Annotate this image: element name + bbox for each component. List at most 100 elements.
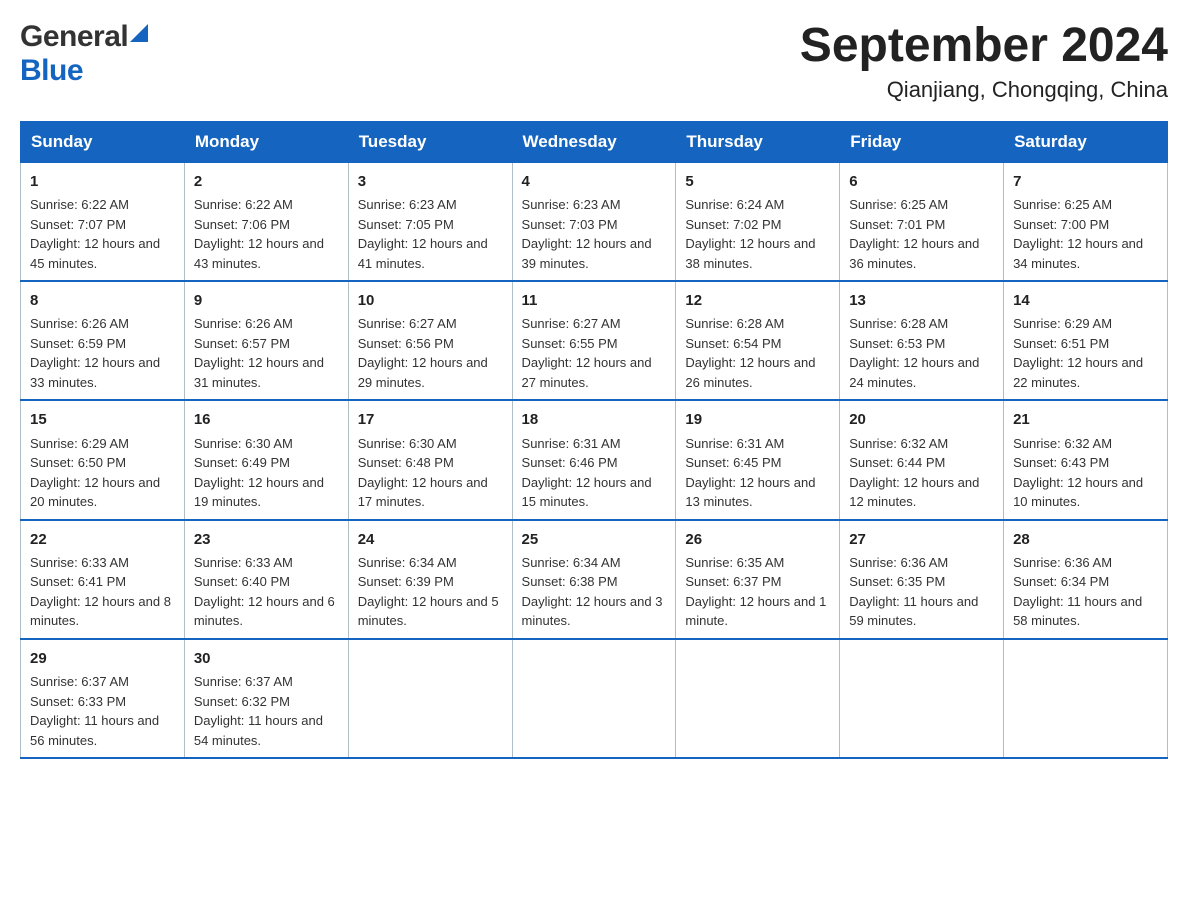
header-friday: Friday <box>840 121 1004 162</box>
day-info: Sunrise: 6:30 AM Sunset: 6:48 PM Dayligh… <box>358 434 503 512</box>
day-info: Sunrise: 6:37 AM Sunset: 6:33 PM Dayligh… <box>30 672 175 750</box>
header-sunday: Sunday <box>21 121 185 162</box>
calendar-day-18: 18 Sunrise: 6:31 AM Sunset: 6:46 PM Dayl… <box>512 400 676 519</box>
header-saturday: Saturday <box>1004 121 1168 162</box>
calendar-empty-cell <box>1004 639 1168 758</box>
header-wednesday: Wednesday <box>512 121 676 162</box>
day-number: 17 <box>358 408 503 431</box>
calendar-week-4: 22 Sunrise: 6:33 AM Sunset: 6:41 PM Dayl… <box>21 520 1168 639</box>
calendar-day-11: 11 Sunrise: 6:27 AM Sunset: 6:55 PM Dayl… <box>512 281 676 400</box>
day-info: Sunrise: 6:29 AM Sunset: 6:50 PM Dayligh… <box>30 434 175 512</box>
calendar-empty-cell <box>840 639 1004 758</box>
day-info: Sunrise: 6:23 AM Sunset: 7:05 PM Dayligh… <box>358 195 503 273</box>
calendar-day-28: 28 Sunrise: 6:36 AM Sunset: 6:34 PM Dayl… <box>1004 520 1168 639</box>
day-info: Sunrise: 6:24 AM Sunset: 7:02 PM Dayligh… <box>685 195 830 273</box>
day-info: Sunrise: 6:33 AM Sunset: 6:41 PM Dayligh… <box>30 553 175 631</box>
calendar-day-5: 5 Sunrise: 6:24 AM Sunset: 7:02 PM Dayli… <box>676 162 840 281</box>
day-info: Sunrise: 6:36 AM Sunset: 6:34 PM Dayligh… <box>1013 553 1158 631</box>
calendar-empty-cell <box>512 639 676 758</box>
day-number: 9 <box>194 289 339 312</box>
day-number: 19 <box>685 408 830 431</box>
day-info: Sunrise: 6:27 AM Sunset: 6:56 PM Dayligh… <box>358 314 503 392</box>
calendar-day-6: 6 Sunrise: 6:25 AM Sunset: 7:01 PM Dayli… <box>840 162 1004 281</box>
calendar-empty-cell <box>348 639 512 758</box>
calendar-day-12: 12 Sunrise: 6:28 AM Sunset: 6:54 PM Dayl… <box>676 281 840 400</box>
day-number: 30 <box>194 647 339 670</box>
calendar-day-27: 27 Sunrise: 6:36 AM Sunset: 6:35 PM Dayl… <box>840 520 1004 639</box>
calendar-title: September 2024 <box>800 20 1168 73</box>
day-number: 6 <box>849 170 994 193</box>
day-info: Sunrise: 6:34 AM Sunset: 6:38 PM Dayligh… <box>522 553 667 631</box>
day-number: 1 <box>30 170 175 193</box>
calendar-day-19: 19 Sunrise: 6:31 AM Sunset: 6:45 PM Dayl… <box>676 400 840 519</box>
calendar-header-row: Sunday Monday Tuesday Wednesday Thursday… <box>21 121 1168 162</box>
page-header: General Blue September 2024 Qianjiang, C… <box>20 20 1168 103</box>
logo-icon: General <box>20 20 148 54</box>
day-info: Sunrise: 6:35 AM Sunset: 6:37 PM Dayligh… <box>685 553 830 631</box>
day-info: Sunrise: 6:28 AM Sunset: 6:54 PM Dayligh… <box>685 314 830 392</box>
day-number: 15 <box>30 408 175 431</box>
day-info: Sunrise: 6:37 AM Sunset: 6:32 PM Dayligh… <box>194 672 339 750</box>
calendar-table: Sunday Monday Tuesday Wednesday Thursday… <box>20 121 1168 759</box>
day-number: 24 <box>358 528 503 551</box>
day-info: Sunrise: 6:31 AM Sunset: 6:46 PM Dayligh… <box>522 434 667 512</box>
calendar-week-5: 29 Sunrise: 6:37 AM Sunset: 6:33 PM Dayl… <box>21 639 1168 758</box>
calendar-day-22: 22 Sunrise: 6:33 AM Sunset: 6:41 PM Dayl… <box>21 520 185 639</box>
day-number: 22 <box>30 528 175 551</box>
day-info: Sunrise: 6:26 AM Sunset: 6:59 PM Dayligh… <box>30 314 175 392</box>
title-block: September 2024 Qianjiang, Chongqing, Chi… <box>800 20 1168 103</box>
day-number: 11 <box>522 289 667 312</box>
header-tuesday: Tuesday <box>348 121 512 162</box>
calendar-day-3: 3 Sunrise: 6:23 AM Sunset: 7:05 PM Dayli… <box>348 162 512 281</box>
logo: General Blue <box>20 20 148 88</box>
day-info: Sunrise: 6:25 AM Sunset: 7:01 PM Dayligh… <box>849 195 994 273</box>
day-info: Sunrise: 6:32 AM Sunset: 6:43 PM Dayligh… <box>1013 434 1158 512</box>
day-number: 7 <box>1013 170 1158 193</box>
day-number: 20 <box>849 408 994 431</box>
calendar-day-7: 7 Sunrise: 6:25 AM Sunset: 7:00 PM Dayli… <box>1004 162 1168 281</box>
day-number: 21 <box>1013 408 1158 431</box>
day-number: 18 <box>522 408 667 431</box>
day-number: 29 <box>30 647 175 670</box>
day-number: 28 <box>1013 528 1158 551</box>
calendar-day-2: 2 Sunrise: 6:22 AM Sunset: 7:06 PM Dayli… <box>184 162 348 281</box>
calendar-day-29: 29 Sunrise: 6:37 AM Sunset: 6:33 PM Dayl… <box>21 639 185 758</box>
calendar-day-30: 30 Sunrise: 6:37 AM Sunset: 6:32 PM Dayl… <box>184 639 348 758</box>
day-info: Sunrise: 6:36 AM Sunset: 6:35 PM Dayligh… <box>849 553 994 631</box>
day-info: Sunrise: 6:26 AM Sunset: 6:57 PM Dayligh… <box>194 314 339 392</box>
calendar-empty-cell <box>676 639 840 758</box>
header-monday: Monday <box>184 121 348 162</box>
calendar-week-2: 8 Sunrise: 6:26 AM Sunset: 6:59 PM Dayli… <box>21 281 1168 400</box>
day-info: Sunrise: 6:22 AM Sunset: 7:07 PM Dayligh… <box>30 195 175 273</box>
day-number: 3 <box>358 170 503 193</box>
calendar-week-1: 1 Sunrise: 6:22 AM Sunset: 7:07 PM Dayli… <box>21 162 1168 281</box>
day-info: Sunrise: 6:27 AM Sunset: 6:55 PM Dayligh… <box>522 314 667 392</box>
logo-triangle-icon <box>130 24 148 42</box>
day-number: 4 <box>522 170 667 193</box>
day-info: Sunrise: 6:25 AM Sunset: 7:00 PM Dayligh… <box>1013 195 1158 273</box>
day-info: Sunrise: 6:22 AM Sunset: 7:06 PM Dayligh… <box>194 195 339 273</box>
day-number: 16 <box>194 408 339 431</box>
calendar-day-20: 20 Sunrise: 6:32 AM Sunset: 6:44 PM Dayl… <box>840 400 1004 519</box>
day-number: 5 <box>685 170 830 193</box>
day-info: Sunrise: 6:28 AM Sunset: 6:53 PM Dayligh… <box>849 314 994 392</box>
logo-blue-text: Blue <box>20 54 83 88</box>
day-number: 27 <box>849 528 994 551</box>
calendar-day-17: 17 Sunrise: 6:30 AM Sunset: 6:48 PM Dayl… <box>348 400 512 519</box>
day-number: 13 <box>849 289 994 312</box>
day-info: Sunrise: 6:34 AM Sunset: 6:39 PM Dayligh… <box>358 553 503 631</box>
day-number: 25 <box>522 528 667 551</box>
day-info: Sunrise: 6:30 AM Sunset: 6:49 PM Dayligh… <box>194 434 339 512</box>
calendar-day-4: 4 Sunrise: 6:23 AM Sunset: 7:03 PM Dayli… <box>512 162 676 281</box>
day-number: 8 <box>30 289 175 312</box>
calendar-week-3: 15 Sunrise: 6:29 AM Sunset: 6:50 PM Dayl… <box>21 400 1168 519</box>
header-thursday: Thursday <box>676 121 840 162</box>
day-number: 23 <box>194 528 339 551</box>
day-info: Sunrise: 6:33 AM Sunset: 6:40 PM Dayligh… <box>194 553 339 631</box>
calendar-day-23: 23 Sunrise: 6:33 AM Sunset: 6:40 PM Dayl… <box>184 520 348 639</box>
day-number: 2 <box>194 170 339 193</box>
calendar-day-13: 13 Sunrise: 6:28 AM Sunset: 6:53 PM Dayl… <box>840 281 1004 400</box>
day-info: Sunrise: 6:29 AM Sunset: 6:51 PM Dayligh… <box>1013 314 1158 392</box>
day-number: 12 <box>685 289 830 312</box>
day-info: Sunrise: 6:23 AM Sunset: 7:03 PM Dayligh… <box>522 195 667 273</box>
